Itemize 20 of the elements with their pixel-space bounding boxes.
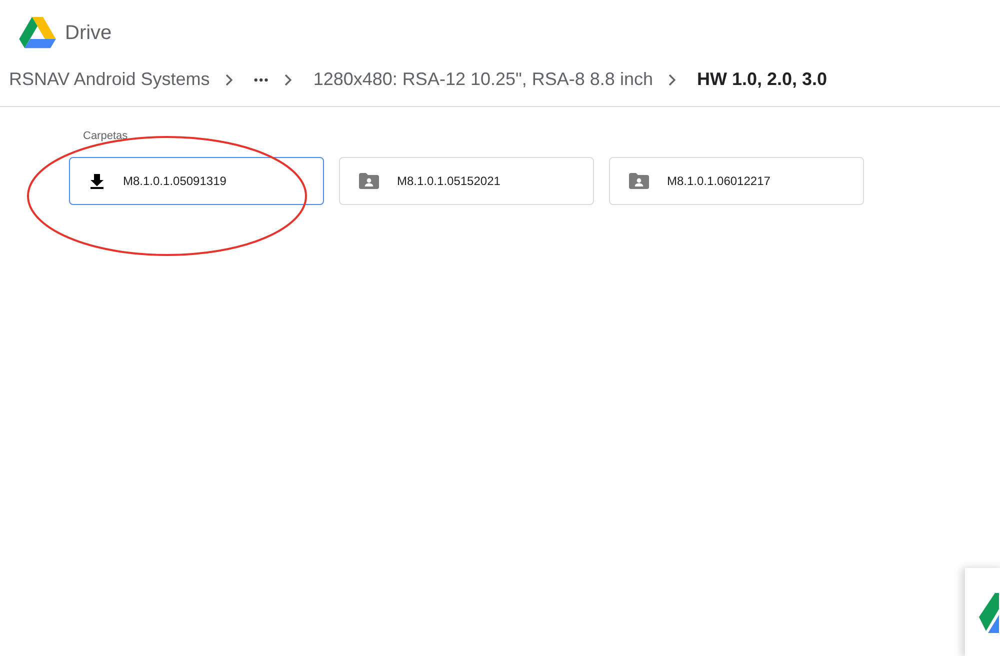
folder-card[interactable]: M8.1.0.1.06012217: [609, 157, 864, 205]
breadcrumb-item[interactable]: •••: [254, 72, 270, 86]
section-title: Carpetas: [83, 130, 129, 142]
app-name: Drive: [65, 22, 112, 44]
shared-folder-icon: [359, 173, 379, 189]
folder-name: M8.1.0.1.05091319: [123, 174, 226, 188]
drive-logo-icon: [19, 16, 56, 50]
chevron-right-icon: [668, 74, 676, 86]
shared-folder-icon: [629, 173, 649, 189]
download-icon: [89, 173, 105, 189]
folder-name: M8.1.0.1.05152021: [397, 174, 500, 188]
folder-card[interactable]: M8.1.0.1.05091319: [69, 157, 324, 205]
folder-name: M8.1.0.1.06012217: [667, 174, 770, 188]
folder-card[interactable]: M8.1.0.1.05152021: [339, 157, 594, 205]
breadcrumb-item[interactable]: 1280x480: RSA-12 10.25", RSA-8 8.8 inch: [313, 69, 653, 90]
chevron-right-icon: [284, 74, 292, 86]
chevron-right-icon: [224, 74, 233, 86]
drive-logo-icon: [979, 593, 999, 633]
breadcrumb-item[interactable]: HW 1.0, 2.0, 3.0: [696, 69, 828, 90]
breadcrumb-item[interactable]: RSNAV Android Systems: [9, 69, 210, 90]
